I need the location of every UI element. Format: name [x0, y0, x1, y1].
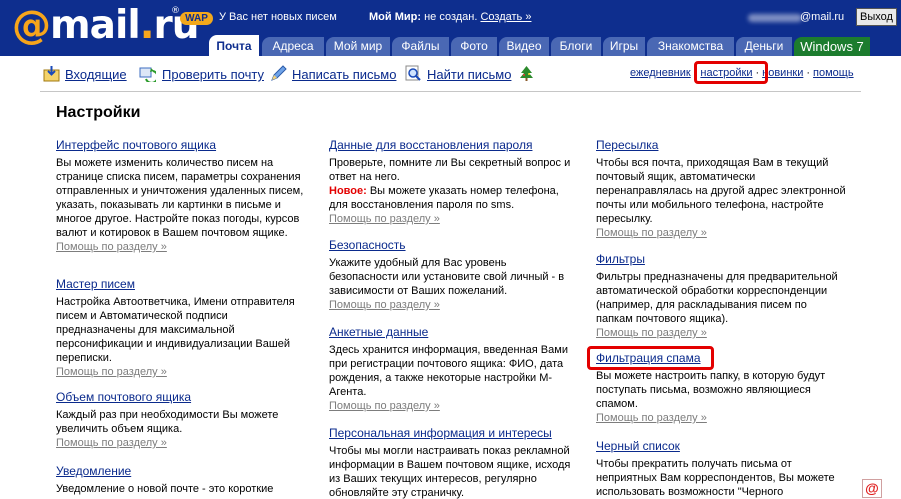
- section-title-link[interactable]: Анкетные данные: [329, 325, 579, 340]
- tab-games[interactable]: Игры: [603, 37, 645, 56]
- tab-files[interactable]: Файлы: [392, 37, 449, 56]
- daily-planner-link[interactable]: ежедневник: [630, 67, 691, 79]
- settings-section-personal-interests: Персональная информация и интересы Чтобы…: [329, 426, 579, 499]
- compose-icon: [271, 65, 287, 81]
- find-mail-link[interactable]: Найти письмо: [427, 66, 511, 84]
- section-description: Чтобы мы могли настраивать показ рекламн…: [329, 445, 571, 499]
- logo-mail: mail: [50, 3, 141, 48]
- create-my-world-link[interactable]: Создать »: [480, 11, 531, 23]
- settings-section-forwarding: Пересылка Чтобы вся почта, приходящая Ва…: [596, 138, 846, 240]
- section-title-link[interactable]: Пересылка: [596, 138, 846, 153]
- my-world-label: Мой Мир:: [369, 11, 422, 23]
- spam-filter-highlight-box: [587, 346, 714, 370]
- settings-section-profile: Анкетные данные Здесь хранится информаци…: [329, 325, 579, 413]
- section-help-link[interactable]: Помощь по разделу »: [56, 365, 304, 379]
- tab-my-world[interactable]: Мой мир: [326, 37, 390, 56]
- section-description: Здесь хранится информация, введенная Вам…: [329, 344, 568, 398]
- section-title-link[interactable]: Безопасность: [329, 238, 579, 253]
- new-feature-label: Новое:: [329, 185, 367, 197]
- mailru-logo[interactable]: @mail.ru ®: [12, 3, 200, 48]
- section-help-link[interactable]: Помощь по разделу »: [596, 411, 846, 425]
- section-help-link[interactable]: Помощь по разделу »: [596, 326, 846, 340]
- section-description: Чтобы прекратить получать письма от непр…: [596, 458, 835, 498]
- separator-dot: ·: [806, 67, 811, 79]
- section-title-link[interactable]: Мастер писем: [56, 277, 304, 292]
- settings-section-letter-wizard: Мастер писем Настройка Автоответчика, Им…: [56, 277, 304, 379]
- news-link[interactable]: новинки: [762, 67, 803, 79]
- logo-at: @: [12, 3, 51, 48]
- inbox-link[interactable]: Входящие: [65, 66, 127, 84]
- logo-dot: .: [139, 3, 155, 48]
- check-mail-icon: [139, 67, 156, 82]
- blurred-username: [748, 14, 802, 22]
- search-icon: [405, 65, 421, 81]
- tab-money[interactable]: Деньги: [736, 37, 792, 56]
- section-help-link[interactable]: Помощь по разделу »: [56, 436, 304, 450]
- compose-link[interactable]: Написать письмо: [292, 66, 396, 84]
- tab-dating[interactable]: Знакомства: [647, 37, 734, 56]
- top-header: @mail.ru ® WAP У Вас нет новых писем Мой…: [0, 0, 901, 56]
- tab-photo[interactable]: Фото: [451, 37, 497, 56]
- section-description-text: Проверьте, помните ли Вы секретный вопро…: [329, 157, 571, 183]
- inbox-icon: [43, 66, 60, 82]
- section-help-link[interactable]: Помощь по разделу »: [596, 226, 846, 240]
- section-help-link[interactable]: Помощь по разделу »: [56, 240, 304, 254]
- section-description: Вы можете настроить папку, в которую буд…: [596, 370, 826, 410]
- section-title-link[interactable]: Уведомление: [56, 464, 304, 479]
- user-email: @mail.ru: [800, 11, 845, 23]
- section-help-link[interactable]: Помощь по разделу »: [329, 399, 579, 413]
- section-title-link[interactable]: Интерфейс почтового ящика: [56, 138, 304, 153]
- section-description: Чтобы вся почта, приходящая Вам в текущи…: [596, 157, 846, 225]
- section-description: Фильтры предназначены для предварительно…: [596, 271, 838, 325]
- section-description: Укажите удобный для Вас уровень безопасн…: [329, 257, 565, 297]
- mail-agent-icon[interactable]: @: [862, 479, 882, 498]
- settings-section-password-recovery: Данные для восстановления пароля Проверь…: [329, 138, 579, 226]
- help-link[interactable]: помощь: [813, 67, 854, 79]
- new-mail-status: У Вас нет новых писем: [219, 11, 337, 23]
- settings-section-notification: Уведомление Уведомление о новой почте - …: [56, 464, 304, 496]
- settings-section-mailbox-size: Объем почтового ящика Каждый раз при нео…: [56, 390, 304, 450]
- section-help-link[interactable]: Помощь по разделу »: [329, 298, 579, 312]
- tab-blogs[interactable]: Блоги: [551, 37, 601, 56]
- check-mail-link[interactable]: Проверить почту: [162, 66, 264, 84]
- section-description: Настройка Автоответчика, Имени отправите…: [56, 296, 295, 364]
- logout-button[interactable]: Выход: [856, 8, 897, 26]
- toolbar-divider: [40, 91, 861, 92]
- page-title: Настройки: [56, 104, 141, 121]
- tab-video[interactable]: Видео: [499, 37, 549, 56]
- section-title-link[interactable]: Данные для восстановления пароля: [329, 138, 579, 153]
- section-title-link[interactable]: Черный список: [596, 439, 846, 454]
- logo-registered-mark: ®: [171, 6, 180, 16]
- settings-highlight-box: [694, 61, 768, 84]
- tab-mail[interactable]: Почта: [209, 35, 259, 56]
- settings-section-interface: Интерфейс почтового ящика Вы можете изме…: [56, 138, 304, 254]
- section-title-link[interactable]: Объем почтового ящика: [56, 390, 304, 405]
- wap-badge[interactable]: WAP: [180, 12, 213, 25]
- section-help-link[interactable]: Помощь по разделу »: [329, 212, 579, 226]
- christmas-tree-icon[interactable]: [518, 65, 535, 82]
- section-description: Вы можете изменить количество писем на с…: [56, 157, 304, 239]
- section-description: Уведомление о новой почте - это короткие: [56, 483, 274, 495]
- section-title-link[interactable]: Фильтры: [596, 252, 846, 267]
- my-world-status: не создан.: [424, 11, 478, 23]
- section-description: Каждый раз при необходимости Вы можете у…: [56, 409, 279, 435]
- tab-windows7[interactable]: Windows 7: [794, 37, 870, 56]
- tab-addresses[interactable]: Адреса: [262, 37, 324, 56]
- settings-section-blacklist: Черный список Чтобы прекратить получать …: [596, 439, 846, 499]
- section-title-link[interactable]: Персональная информация и интересы: [329, 426, 579, 441]
- settings-section-security: Безопасность Укажите удобный для Вас уро…: [329, 238, 579, 312]
- section-description: Проверьте, помните ли Вы секретный вопро…: [329, 156, 579, 212]
- my-world-info: Мой Мир: не создан. Создать »: [369, 11, 531, 23]
- settings-section-filters: Фильтры Фильтры предназначены для предва…: [596, 252, 846, 340]
